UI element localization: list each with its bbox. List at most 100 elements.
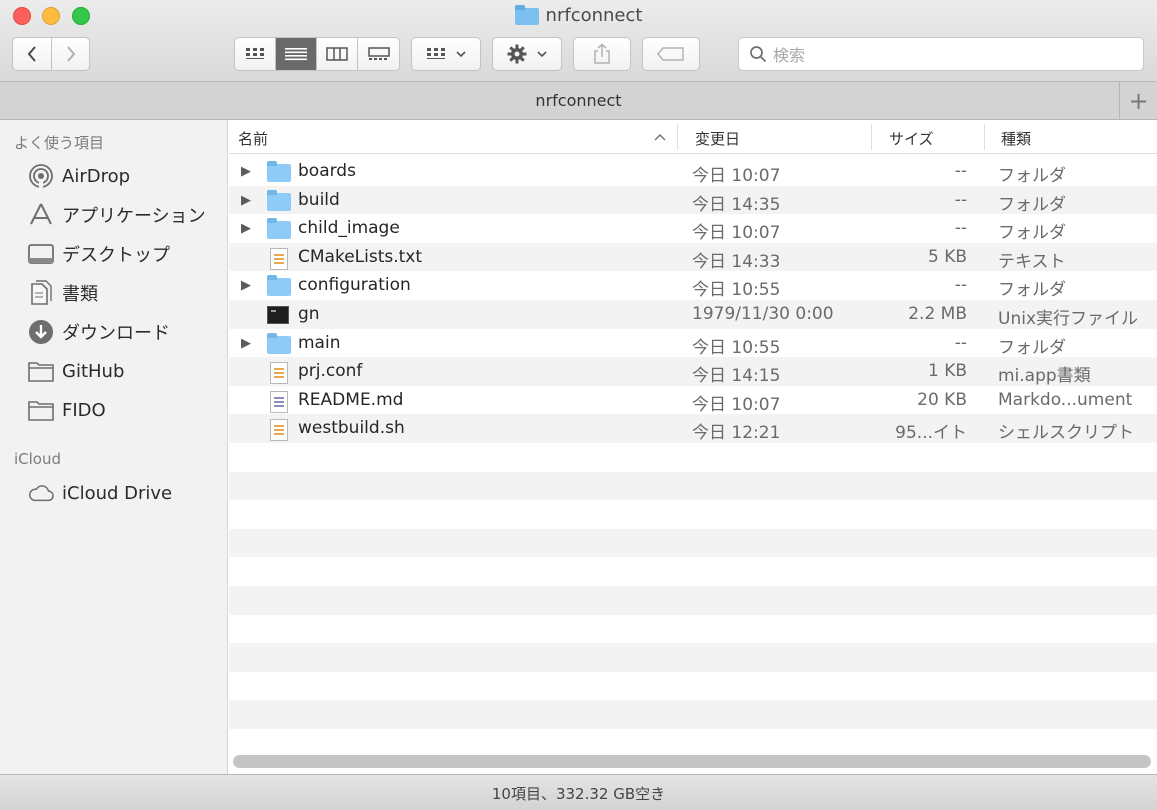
disclosure-triangle-icon[interactable]: ▶ [241, 164, 251, 179]
sidebar-item-fido[interactable]: FIDO [28, 396, 106, 424]
file-modified: 今日 10:07 [692, 166, 781, 186]
share-button[interactable] [573, 37, 631, 71]
file-modified: 今日 10:07 [692, 394, 781, 415]
status-text: 10項目、332.32 GB空き [491, 785, 666, 803]
sidebar-item-documents[interactable]: 書類 [28, 279, 98, 307]
folder-icon [267, 189, 291, 211]
file-name: build [298, 189, 340, 210]
folder-icon [28, 397, 54, 423]
file-modified: 今日 10:07 [692, 223, 781, 244]
disclosure-triangle-icon[interactable]: ▶ [241, 193, 251, 208]
table-row[interactable]: ▶ configuration 今日 10:55 -- フォルダ [229, 271, 1157, 300]
file-size: -- [954, 275, 967, 296]
view-mode-control [234, 37, 400, 71]
file-kind: フォルダ [998, 194, 1066, 215]
table-row[interactable]: ▶ child_image 今日 10:07 -- フォルダ [229, 214, 1157, 243]
tab-nrfconnect[interactable]: nrfconnect [0, 91, 1157, 110]
file-modified: 1979/11/30 0:00 [692, 303, 834, 324]
file-name: CMakeLists.txt [298, 246, 423, 267]
back-button[interactable] [13, 38, 51, 70]
sidebar: よく使う項目 AirDrop アプリケーション デスクトップ 書類 ダウンロード… [0, 120, 228, 774]
file-name: README.md [298, 389, 404, 410]
folder-icon [267, 332, 291, 354]
column-name-header[interactable]: 名前 [238, 128, 268, 149]
gallery-view-icon [367, 47, 390, 60]
sidebar-item-desktop[interactable]: デスクトップ [28, 240, 170, 268]
sidebar-item-downloads[interactable]: ダウンロード [28, 318, 170, 346]
column-header: 名前 変更日 サイズ 種類 [229, 120, 1157, 154]
text-file-icon [267, 362, 291, 385]
column-modified-header[interactable]: 変更日 [695, 128, 740, 149]
chevron-left-icon [27, 46, 36, 62]
file-modified: 今日 10:55 [692, 337, 781, 358]
sidebar-item-label: アプリケーション [62, 206, 206, 227]
file-kind: フォルダ [998, 223, 1066, 244]
text-file-icon [267, 247, 291, 270]
terminal-exec-icon [267, 305, 291, 325]
icon-view-icon [246, 48, 264, 59]
column-divider[interactable] [871, 124, 872, 150]
sidebar-item-airdrop[interactable]: AirDrop [28, 162, 130, 190]
folder-icon [514, 5, 539, 25]
disclosure-triangle-icon[interactable]: ▶ [241, 278, 251, 293]
file-kind: mi.app書類 [998, 366, 1091, 387]
table-row[interactable]: README.md 今日 10:07 20 KB Markdo...ument [229, 386, 1157, 415]
icloud-heading: iCloud [14, 450, 62, 468]
table-row[interactable]: westbuild.sh 今日 12:21 95...イト シェルスクリプト [229, 414, 1157, 443]
file-name: main [298, 332, 341, 353]
new-tab-button[interactable]: + [1119, 82, 1157, 120]
column-view-button[interactable] [317, 38, 358, 70]
disclosure-triangle-icon[interactable]: ▶ [241, 336, 251, 351]
file-modified: 今日 14:33 [692, 251, 781, 272]
tags-button[interactable] [642, 37, 700, 71]
column-divider[interactable] [677, 124, 678, 150]
sidebar-item-github[interactable]: GitHub [28, 357, 124, 385]
file-name: gn [298, 303, 320, 324]
table-row[interactable]: prj.conf 今日 14:15 1 KB mi.app書類 [229, 357, 1157, 386]
downloads-icon [28, 319, 54, 345]
share-icon [594, 43, 610, 64]
table-row[interactable]: ▶ main 今日 10:55 -- フォルダ [229, 329, 1157, 358]
table-row[interactable]: gn 1979/11/30 0:00 2.2 MB Unix実行ファイル [229, 299, 1157, 329]
file-modified: 今日 12:21 [692, 423, 781, 444]
group-icon [427, 48, 445, 59]
column-kind-header[interactable]: 種類 [1001, 128, 1031, 149]
sidebar-item-applications[interactable]: アプリケーション [28, 201, 206, 229]
folder-icon [267, 161, 291, 182]
sidebar-item-label: FIDO [62, 399, 106, 421]
gallery-view-button[interactable] [358, 38, 399, 70]
plus-icon: + [1128, 87, 1149, 115]
search-field[interactable]: 検索 [738, 37, 1144, 71]
table-row[interactable]: ▶ build 今日 14:35 -- フォルダ [229, 185, 1157, 215]
empty-list-area [229, 443, 1157, 729]
icon-view-button[interactable] [235, 38, 276, 70]
window-title: nrfconnect [0, 5, 1157, 26]
chevron-right-icon [66, 46, 75, 62]
action-button[interactable] [492, 37, 562, 71]
forward-button[interactable] [51, 38, 89, 70]
column-divider[interactable] [984, 124, 985, 150]
file-size: 1 KB [927, 361, 967, 382]
file-size: 5 KB [927, 246, 967, 267]
sidebar-item-icloud-drive[interactable]: iCloud Drive [28, 479, 172, 507]
search-icon [750, 46, 767, 63]
file-modified: 今日 14:15 [692, 366, 781, 387]
airdrop-icon [28, 163, 54, 189]
folder-icon [28, 358, 54, 384]
column-size-header[interactable]: サイズ [889, 128, 934, 149]
file-size: -- [954, 218, 967, 239]
table-row[interactable]: ▶ boards 今日 10:07 -- フォルダ [229, 157, 1157, 186]
nav-buttons [12, 37, 90, 71]
table-row[interactable]: CMakeLists.txt 今日 14:33 5 KB テキスト [229, 242, 1157, 272]
horizontal-scrollbar[interactable] [233, 755, 1151, 768]
file-size: 95...イト [895, 423, 967, 444]
list-view-button[interactable] [276, 38, 317, 70]
file-modified: 今日 14:35 [692, 194, 781, 215]
tab-bar: nrfconnect + [0, 82, 1157, 120]
disclosure-triangle-icon[interactable]: ▶ [241, 221, 251, 236]
group-by-button[interactable] [411, 37, 481, 71]
file-name: westbuild.sh [298, 418, 405, 439]
file-list: 名前 変更日 サイズ 種類 ▶ boards 今日 10:07 -- フォルダ … [229, 120, 1157, 774]
list-view-icon [285, 48, 307, 61]
file-size: -- [954, 161, 967, 181]
